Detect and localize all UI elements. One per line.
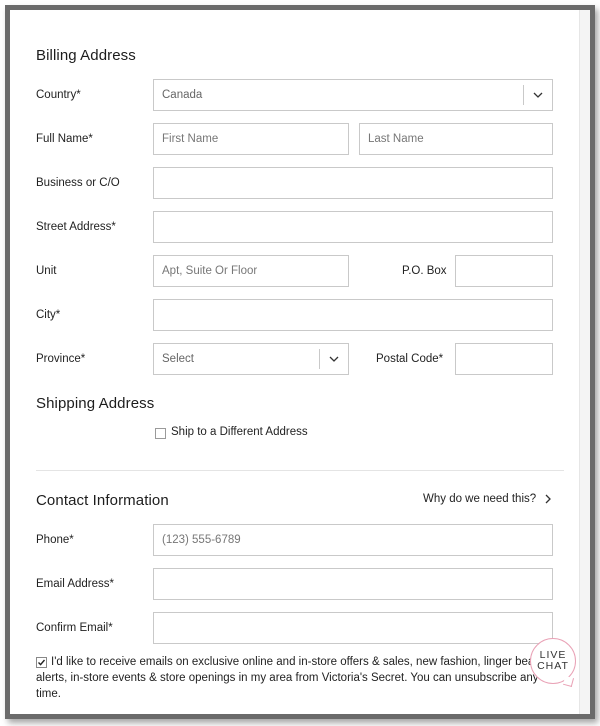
full-name-label: Full Name* bbox=[36, 133, 93, 145]
province-select[interactable]: Select bbox=[153, 343, 349, 375]
country-label: Country* bbox=[36, 89, 81, 101]
phone-label: Phone* bbox=[36, 534, 74, 546]
street-address-label: Street Address* bbox=[36, 221, 116, 233]
phone-placeholder: (123) 555-6789 bbox=[162, 534, 241, 546]
business-input[interactable] bbox=[153, 167, 553, 199]
why-we-need-text: Why do we need this? bbox=[423, 493, 537, 505]
country-select[interactable]: Canada bbox=[153, 79, 553, 111]
confirm-email-label: Confirm Email* bbox=[36, 622, 113, 634]
postal-code-input[interactable] bbox=[455, 343, 553, 375]
unit-placeholder: Apt, Suite Or Floor bbox=[162, 265, 258, 277]
unit-label: Unit bbox=[36, 265, 57, 277]
business-label: Business or C/O bbox=[36, 177, 120, 189]
country-value: Canada bbox=[162, 89, 203, 101]
street-address-input[interactable] bbox=[153, 211, 553, 243]
checkout-form-frame: Billing Address Country* Canada Full Nam… bbox=[5, 5, 595, 719]
contact-information-title: Contact Information bbox=[36, 492, 169, 509]
confirm-email-input[interactable] bbox=[153, 612, 553, 644]
phone-input[interactable]: (123) 555-6789 bbox=[153, 524, 553, 556]
billing-address-title: Billing Address bbox=[36, 47, 136, 64]
email-label: Email Address* bbox=[36, 578, 114, 590]
why-we-need-link[interactable]: Why do we need this? bbox=[423, 493, 552, 505]
province-value: Select bbox=[162, 353, 194, 365]
ship-different-label[interactable]: Ship to a Different Address bbox=[171, 426, 308, 438]
first-name-input[interactable]: First Name bbox=[153, 123, 349, 155]
last-name-input[interactable]: Last Name bbox=[359, 123, 553, 155]
chevron-down-icon bbox=[320, 344, 348, 374]
ship-different-checkbox[interactable] bbox=[155, 428, 166, 439]
po-box-input[interactable] bbox=[455, 255, 553, 287]
city-input[interactable] bbox=[153, 299, 553, 331]
live-chat-line2: CHAT bbox=[537, 660, 569, 672]
email-consent-text: I'd like to receive emails on exclusive … bbox=[36, 656, 550, 700]
last-name-placeholder: Last Name bbox=[368, 133, 424, 145]
chevron-down-icon bbox=[524, 80, 552, 110]
city-label: City* bbox=[36, 309, 61, 321]
province-label: Province* bbox=[36, 353, 86, 365]
shipping-address-title: Shipping Address bbox=[36, 395, 155, 412]
live-chat-button[interactable]: LIVE CHAT bbox=[530, 638, 576, 684]
po-box-label: P.O. Box bbox=[402, 265, 447, 277]
chevron-right-icon bbox=[545, 494, 552, 504]
unit-input[interactable]: Apt, Suite Or Floor bbox=[153, 255, 349, 287]
first-name-placeholder: First Name bbox=[162, 133, 219, 145]
email-input[interactable] bbox=[153, 568, 553, 600]
section-divider bbox=[36, 470, 564, 471]
scrollbar[interactable] bbox=[579, 10, 590, 714]
postal-code-label: Postal Code* bbox=[376, 353, 444, 365]
